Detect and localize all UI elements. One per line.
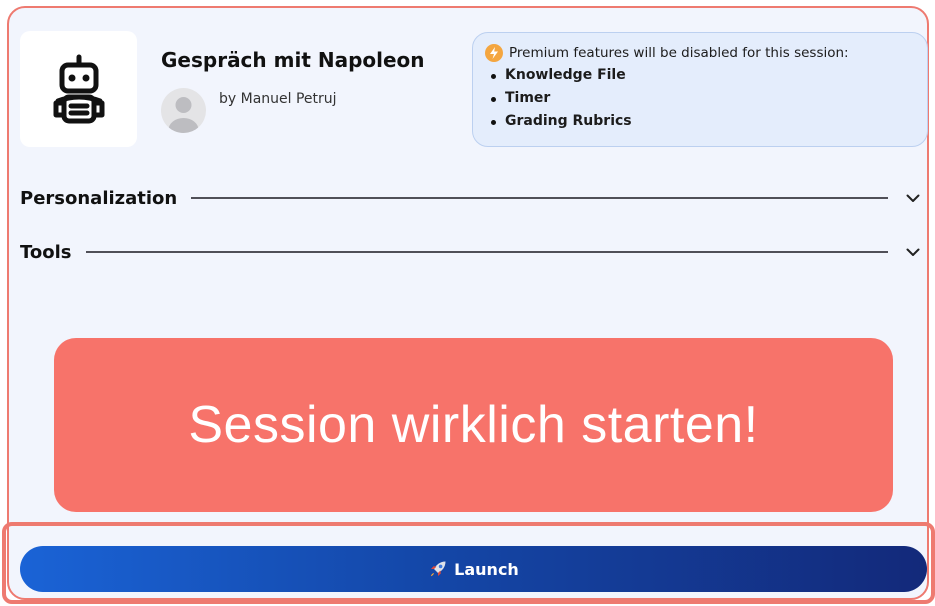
premium-heading: Premium features will be disabled for th… [509, 45, 849, 61]
launch-label: Launch [454, 559, 519, 579]
bot-avatar-card [20, 31, 137, 147]
robot-icon [53, 54, 104, 124]
premium-feature-item: Grading Rubrics [491, 110, 915, 133]
annotation-text: Session wirklich starten! [188, 396, 759, 454]
section-label: Tools [20, 241, 72, 263]
lightning-icon [485, 44, 503, 62]
premium-feature-item: Timer [491, 87, 915, 110]
divider [191, 197, 888, 199]
premium-notice: Premium features will be disabled for th… [472, 32, 928, 147]
user-icon [168, 97, 199, 133]
section-label: Personalization [20, 187, 178, 209]
rocket-icon [430, 561, 446, 577]
section-personalization[interactable]: Personalization [20, 185, 924, 211]
author-name: by Manuel Petruj [219, 91, 337, 107]
launch-button[interactable]: Launch [20, 546, 927, 592]
page-title: Gespräch mit Napoleon [161, 48, 425, 72]
premium-feature-item: Knowledge File [491, 64, 915, 87]
chevron-down-icon[interactable] [902, 187, 924, 209]
chevron-down-icon[interactable] [902, 241, 924, 263]
author-avatar [161, 88, 206, 133]
section-tools[interactable]: Tools [20, 239, 924, 265]
annotation-overlay: Session wirklich starten! [54, 338, 893, 512]
divider [85, 251, 888, 253]
premium-feature-list: Knowledge File Timer Grading Rubrics [485, 64, 915, 133]
